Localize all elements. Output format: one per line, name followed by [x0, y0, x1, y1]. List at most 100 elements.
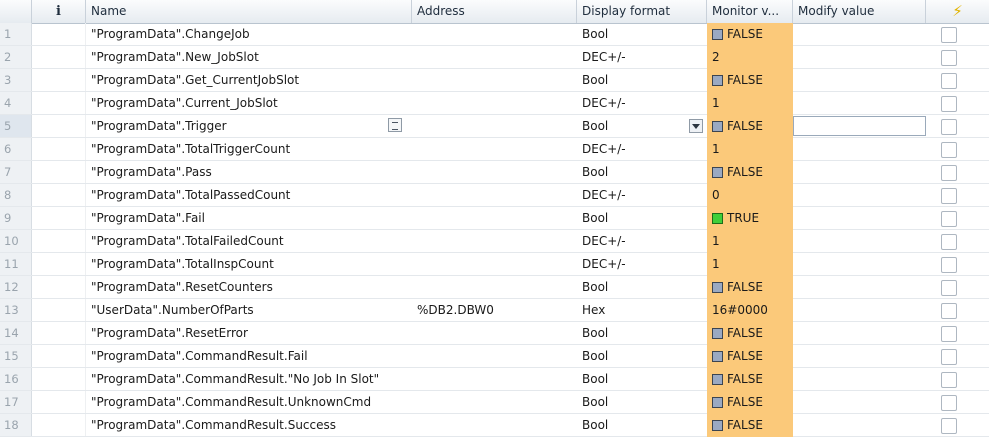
table-row[interactable]: 15 "ProgramData".CommandResult.Fail Bool FA…: [0, 345, 989, 368]
row-name[interactable]: "ProgramData".CommandResult."No Job In S…: [86, 368, 412, 390]
modify-checkbox[interactable]: [941, 234, 957, 250]
row-number[interactable]: 2: [0, 46, 32, 68]
row-display-format[interactable]: Bool: [577, 368, 707, 390]
header-display-format[interactable]: Display format: [577, 0, 707, 23]
row-number[interactable]: 8: [0, 184, 32, 206]
row-address[interactable]: [412, 345, 577, 367]
modify-checkbox[interactable]: [941, 257, 957, 273]
row-modify-value[interactable]: [793, 115, 926, 137]
table-row[interactable]: 8 "ProgramData".TotalPassedCount DEC+/- 0: [0, 184, 989, 207]
row-display-format[interactable]: Bool: [577, 391, 707, 413]
row-display-format[interactable]: Bool: [577, 23, 707, 45]
row-number[interactable]: 17: [0, 391, 32, 413]
row-address[interactable]: [412, 115, 577, 137]
row-modify-value[interactable]: [793, 322, 926, 344]
modify-checkbox[interactable]: [941, 395, 957, 411]
modify-checkbox[interactable]: [941, 211, 957, 227]
row-display-format[interactable]: Bool: [577, 276, 707, 298]
row-number[interactable]: 6: [0, 138, 32, 160]
lightning-bolt-icon[interactable]: ⚡: [926, 0, 989, 23]
modify-checkbox[interactable]: [941, 188, 957, 204]
row-modify-value[interactable]: [793, 138, 926, 160]
table-row[interactable]: 10 "ProgramData".TotalFailedCount DEC+/- 1: [0, 230, 989, 253]
row-address[interactable]: %DB2.DBW0: [412, 299, 577, 321]
row-number[interactable]: 11: [0, 253, 32, 275]
row-name[interactable]: "ProgramData".ResetError: [86, 322, 412, 344]
table-row[interactable]: 16 "ProgramData".CommandResult."No Job In…: [0, 368, 989, 391]
row-address[interactable]: [412, 23, 577, 45]
modify-checkbox[interactable]: [941, 142, 957, 158]
row-number[interactable]: 14: [0, 322, 32, 344]
modify-checkbox[interactable]: [941, 280, 957, 296]
row-modify-value[interactable]: [793, 253, 926, 275]
row-modify-value[interactable]: [793, 23, 926, 45]
row-number[interactable]: 4: [0, 92, 32, 114]
row-name[interactable]: "ProgramData".CommandResult.UnknownCmd: [86, 391, 412, 413]
row-name[interactable]: "ProgramData".New_JobSlot: [86, 46, 412, 68]
row-number[interactable]: 1: [0, 23, 32, 45]
row-display-format[interactable]: Bool: [577, 322, 707, 344]
row-display-format[interactable]: Bool: [577, 345, 707, 367]
row-modify-value[interactable]: [793, 184, 926, 206]
row-number[interactable]: 16: [0, 368, 32, 390]
modify-checkbox[interactable]: [941, 27, 957, 43]
row-name[interactable]: "ProgramData".Current_JobSlot: [86, 92, 412, 114]
modify-checkbox[interactable]: [941, 303, 957, 319]
header-monitor-value[interactable]: Monitor v...: [707, 0, 793, 23]
row-address[interactable]: [412, 207, 577, 229]
table-row[interactable]: 7 "ProgramData".Pass Bool FALSE: [0, 161, 989, 184]
modify-checkbox[interactable]: [941, 50, 957, 66]
row-address[interactable]: [412, 322, 577, 344]
table-row[interactable]: 6 "ProgramData".TotalTriggerCount DEC+/- 1: [0, 138, 989, 161]
modify-checkbox[interactable]: [941, 326, 957, 342]
table-row[interactable]: 13 "UserData".NumberOfParts %DB2.DBW0 Hex 16…: [0, 299, 989, 322]
header-modify-value[interactable]: Modify value: [793, 0, 926, 23]
row-address[interactable]: [412, 46, 577, 68]
modify-value-input[interactable]: [793, 116, 926, 136]
modify-checkbox[interactable]: [941, 119, 957, 135]
row-name[interactable]: "ProgramData".CommandResult.Success: [86, 414, 412, 436]
row-modify-value[interactable]: [793, 299, 926, 321]
row-name[interactable]: "ProgramData".Pass: [86, 161, 412, 183]
row-display-format[interactable]: Bool: [577, 207, 707, 229]
modify-checkbox[interactable]: [941, 349, 957, 365]
row-address[interactable]: [412, 230, 577, 252]
header-name[interactable]: Name: [86, 0, 412, 23]
row-name[interactable]: "UserData".NumberOfParts: [86, 299, 412, 321]
row-address[interactable]: [412, 414, 577, 436]
modify-checkbox[interactable]: [941, 96, 957, 112]
row-number[interactable]: 12: [0, 276, 32, 298]
row-address[interactable]: [412, 253, 577, 275]
row-display-format[interactable]: DEC+/-: [577, 230, 707, 252]
row-display-format[interactable]: Hex: [577, 299, 707, 321]
chevron-down-icon[interactable]: [689, 119, 703, 133]
row-name[interactable]: "ProgramData".ChangeJob: [86, 23, 412, 45]
table-row[interactable]: 3 "ProgramData".Get_CurrentJobSlot Bool FAL…: [0, 69, 989, 92]
table-row[interactable]: 1 "ProgramData".ChangeJob Bool FALSE: [0, 23, 989, 46]
row-name[interactable]: "ProgramData".Trigger: [86, 115, 412, 137]
row-number[interactable]: 10: [0, 230, 32, 252]
row-name[interactable]: "ProgramData".TotalFailedCount: [86, 230, 412, 252]
row-address[interactable]: [412, 391, 577, 413]
row-number[interactable]: 7: [0, 161, 32, 183]
row-name[interactable]: "ProgramData".TotalTriggerCount: [86, 138, 412, 160]
row-modify-value[interactable]: [793, 414, 926, 436]
row-number[interactable]: 18: [0, 414, 32, 436]
table-row[interactable]: 2 "ProgramData".New_JobSlot DEC+/- 2: [0, 46, 989, 69]
row-modify-value[interactable]: [793, 69, 926, 91]
row-number[interactable]: 15: [0, 345, 32, 367]
row-name[interactable]: "ProgramData".Get_CurrentJobSlot: [86, 69, 412, 91]
row-modify-value[interactable]: [793, 207, 926, 229]
row-modify-value[interactable]: [793, 368, 926, 390]
table-row[interactable]: 17 "ProgramData".CommandResult.UnknownCmd…: [0, 391, 989, 414]
row-modify-value[interactable]: [793, 92, 926, 114]
edit-icon[interactable]: [388, 118, 402, 132]
row-display-format[interactable]: DEC+/-: [577, 184, 707, 206]
row-name[interactable]: "ProgramData".CommandResult.Fail: [86, 345, 412, 367]
header-address[interactable]: Address: [412, 0, 577, 23]
row-display-format[interactable]: Bool: [577, 69, 707, 91]
row-number[interactable]: 3: [0, 69, 32, 91]
row-address[interactable]: [412, 184, 577, 206]
row-modify-value[interactable]: [793, 230, 926, 252]
row-name[interactable]: "ProgramData".Fail: [86, 207, 412, 229]
